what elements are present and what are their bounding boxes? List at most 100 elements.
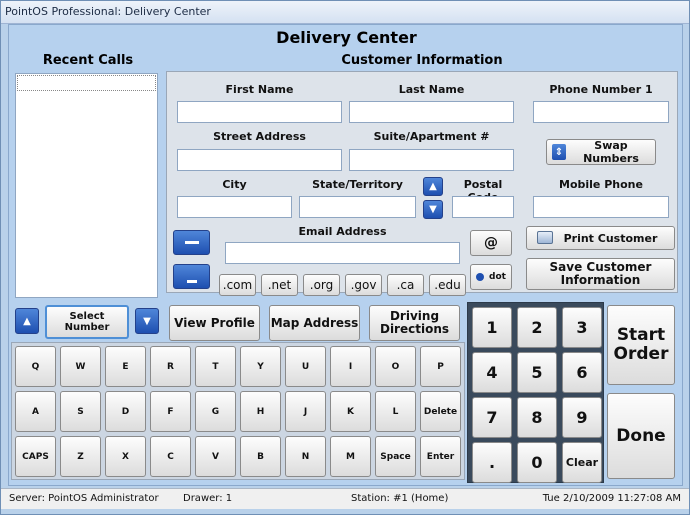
key-delete[interactable]: Delete: [420, 391, 461, 432]
number-up-button[interactable]: ▲: [15, 308, 39, 334]
application-window: PointOS Professional: Delivery Center De…: [0, 0, 690, 515]
key-enter[interactable]: Enter: [420, 436, 461, 477]
arrow-up-icon: ▲: [23, 315, 31, 327]
window-title: PointOS Professional: Delivery Center: [5, 5, 211, 18]
city-field[interactable]: [177, 196, 292, 218]
minus-icon: [184, 241, 199, 244]
state-label: State/Territory: [312, 178, 403, 191]
suite-field[interactable]: [349, 149, 514, 171]
number-down-button[interactable]: ▼: [135, 308, 159, 334]
key-r[interactable]: R: [150, 346, 191, 387]
suite-label: Suite/Apartment #: [373, 130, 490, 143]
status-datetime: Tue 2/10/2009 11:27:08 AM: [542, 493, 681, 504]
key-j[interactable]: J: [285, 391, 326, 432]
numpad-key-9[interactable]: 9: [562, 397, 602, 438]
numpad-key-4[interactable]: 4: [472, 352, 512, 393]
first-name-field[interactable]: [177, 101, 342, 123]
key-m[interactable]: M: [330, 436, 371, 477]
key-l[interactable]: L: [375, 391, 416, 432]
key-d[interactable]: D: [105, 391, 146, 432]
swap-numbers-button[interactable]: ⇕ Swap Numbers: [546, 139, 656, 165]
postal-field[interactable]: [452, 196, 514, 218]
numpad-key-5[interactable]: 5: [517, 352, 557, 393]
last-name-field[interactable]: [349, 101, 514, 123]
domain-button[interactable]: .gov: [345, 274, 382, 296]
customer-info-heading: Customer Information: [341, 53, 503, 68]
key-f[interactable]: F: [150, 391, 191, 432]
dot-button[interactable]: dot: [470, 264, 512, 290]
key-t[interactable]: T: [195, 346, 236, 387]
key-n[interactable]: N: [285, 436, 326, 477]
email-backspace-button[interactable]: [173, 264, 210, 289]
key-h[interactable]: H: [240, 391, 281, 432]
select-number-button[interactable]: Select Number: [45, 305, 129, 339]
key-s[interactable]: S: [60, 391, 101, 432]
state-field[interactable]: [299, 196, 416, 218]
email-field[interactable]: [225, 242, 460, 264]
key-c[interactable]: C: [150, 436, 191, 477]
numpad-key-3[interactable]: 3: [562, 307, 602, 348]
done-button[interactable]: Done: [607, 393, 675, 479]
key-p[interactable]: P: [420, 346, 461, 387]
email-label: Email Address: [298, 225, 387, 238]
numpad-key-0[interactable]: 0: [517, 442, 557, 483]
swap-numbers-label: Swap Numbers: [583, 139, 639, 165]
domain-button[interactable]: .net: [261, 274, 298, 296]
domain-button[interactable]: .ca: [387, 274, 424, 296]
key-w[interactable]: W: [60, 346, 101, 387]
key-x[interactable]: X: [105, 436, 146, 477]
domain-button[interactable]: .com: [219, 274, 256, 296]
driving-directions-button[interactable]: Driving Directions: [369, 305, 460, 341]
recent-calls-heading: Recent Calls: [42, 53, 134, 68]
key-g[interactable]: G: [195, 391, 236, 432]
arrow-down-icon: ▼: [429, 204, 437, 215]
start-order-button[interactable]: Start Order: [607, 305, 675, 385]
key-o[interactable]: O: [375, 346, 416, 387]
key-u[interactable]: U: [285, 346, 326, 387]
state-down-button[interactable]: ▼: [423, 200, 443, 219]
state-up-button[interactable]: ▲: [423, 177, 443, 196]
key-z[interactable]: Z: [60, 436, 101, 477]
list-item[interactable]: [17, 75, 156, 91]
key-v[interactable]: V: [195, 436, 236, 477]
swap-arrows-icon: ⇕: [552, 144, 566, 160]
key-caps[interactable]: CAPS: [15, 436, 56, 477]
key-a[interactable]: A: [15, 391, 56, 432]
numpad-key-clear[interactable]: Clear: [562, 442, 602, 483]
at-button[interactable]: @: [470, 230, 512, 256]
city-label: City: [222, 178, 247, 191]
print-customer-button[interactable]: Print Customer: [526, 226, 675, 250]
map-address-button[interactable]: Map Address: [269, 305, 360, 341]
mobile-field[interactable]: [533, 196, 669, 218]
key-b[interactable]: B: [240, 436, 281, 477]
street-label: Street Address: [213, 130, 306, 143]
last-name-label: Last Name: [398, 83, 465, 96]
save-customer-button[interactable]: Save Customer Information: [526, 258, 675, 290]
dot-label: dot: [489, 272, 506, 282]
phone1-field[interactable]: [533, 101, 669, 123]
numpad-key-6[interactable]: 6: [562, 352, 602, 393]
key-e[interactable]: E: [105, 346, 146, 387]
dot-icon: [476, 273, 485, 281]
domain-button[interactable]: .org: [303, 274, 340, 296]
numpad-key-1[interactable]: 1: [472, 307, 512, 348]
key-i[interactable]: I: [330, 346, 371, 387]
street-field[interactable]: [177, 149, 342, 171]
domain-button[interactable]: .edu: [429, 274, 466, 296]
key-space[interactable]: Space: [375, 436, 416, 477]
view-profile-button[interactable]: View Profile: [169, 305, 260, 341]
email-clear-button[interactable]: [173, 230, 210, 255]
key-q[interactable]: Q: [15, 346, 56, 387]
page-title: Delivery Center: [276, 28, 417, 47]
status-drawer: Drawer: 1: [183, 493, 233, 504]
key-k[interactable]: K: [330, 391, 371, 432]
numpad-key-2[interactable]: 2: [517, 307, 557, 348]
numpad-key-dot[interactable]: .: [472, 442, 512, 483]
numpad-key-8[interactable]: 8: [517, 397, 557, 438]
on-screen-keyboard: Q W E R T Y U I O P A S D F G H J K L Delete CAPS Z X C V B N M Spac…: [11, 342, 465, 480]
key-y[interactable]: Y: [240, 346, 281, 387]
recent-calls-list[interactable]: [15, 73, 158, 298]
underscore-icon: [186, 280, 197, 283]
numpad-key-7[interactable]: 7: [472, 397, 512, 438]
mobile-label: Mobile Phone: [559, 178, 643, 191]
